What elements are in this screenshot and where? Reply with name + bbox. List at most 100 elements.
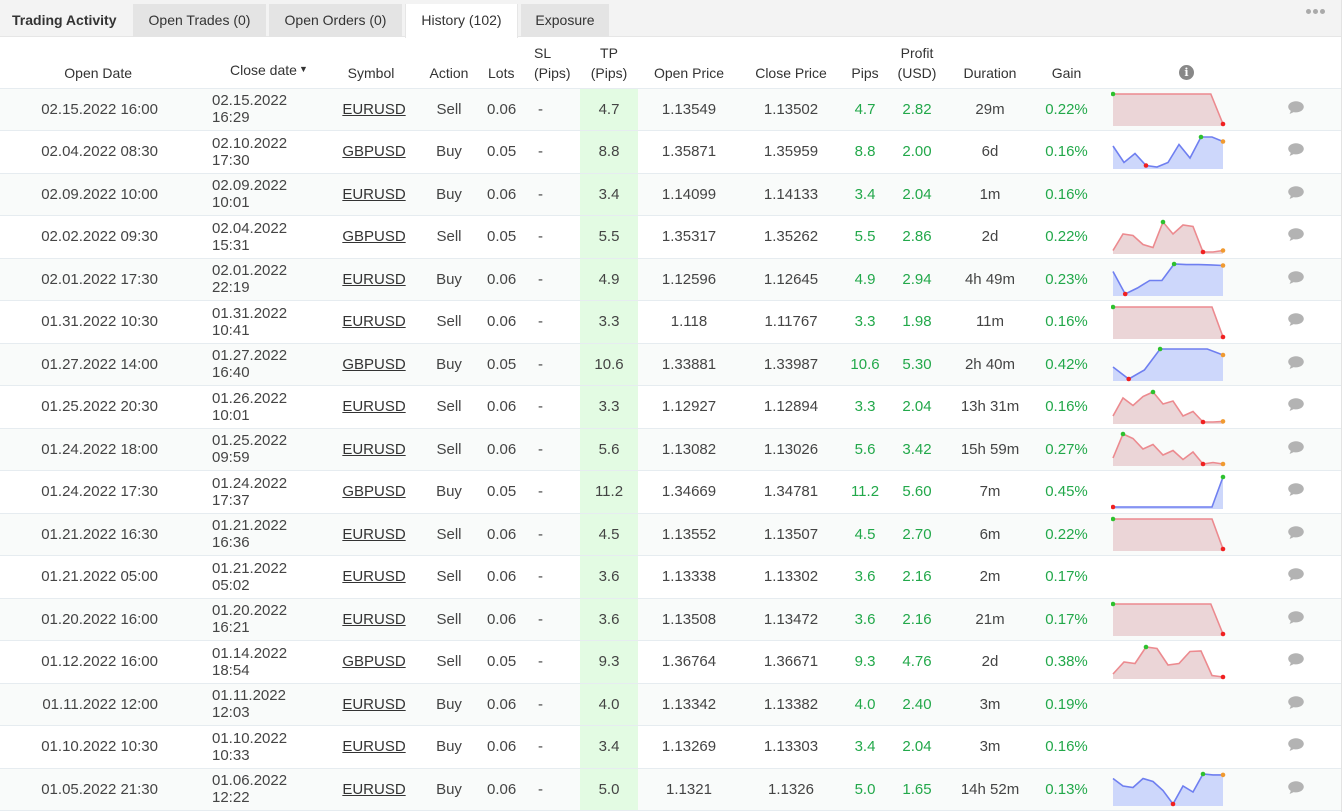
- comment-icon[interactable]: [1287, 312, 1305, 331]
- symbol-link[interactable]: EURUSD: [342, 271, 405, 288]
- col-close-date[interactable]: Close date ▼: [200, 37, 324, 89]
- symbol-link[interactable]: EURUSD: [342, 441, 405, 458]
- ellipsis-icon[interactable]: [1306, 9, 1325, 14]
- cell-close-date-value: 01.26.2022 10:01: [212, 389, 288, 424]
- table-row[interactable]: 01.27.2022 14:00 01.27.2022 16:40 GBPUSD Bu…: [0, 343, 1341, 386]
- cell-trade-chart: [1099, 725, 1274, 769]
- cell-symbol: EURUSD: [324, 513, 424, 556]
- table-row[interactable]: 02.01.2022 17:30 02.01.2022 22:19 EURUSD Bu…: [0, 258, 1341, 301]
- tab-exposure[interactable]: Exposure: [521, 4, 609, 37]
- cell-close-date: 01.25.2022 09:59: [200, 428, 324, 471]
- comment-icon[interactable]: [1287, 695, 1305, 714]
- cell-profit-value: 2.94: [902, 270, 932, 288]
- col-open-price[interactable]: Open Price: [638, 37, 740, 89]
- comment-icon[interactable]: [1287, 185, 1305, 204]
- cell-sl-value: -: [538, 398, 543, 416]
- cell-close-price-value: 1.13382: [763, 695, 819, 713]
- cell-profit-value: 2.86: [902, 228, 932, 246]
- tab-history[interactable]: History (102): [405, 4, 518, 38]
- cell-comment: [1274, 88, 1341, 131]
- comment-icon[interactable]: [1287, 567, 1305, 586]
- table-row[interactable]: 01.12.2022 16:00 01.14.2022 18:54 GBPUSD Se…: [0, 640, 1341, 684]
- comment-icon[interactable]: [1287, 652, 1305, 671]
- symbol-link[interactable]: EURUSD: [342, 611, 405, 628]
- col-profit[interactable]: Profit (USD): [888, 37, 946, 89]
- table-row[interactable]: 01.11.2022 12:00 01.11.2022 12:03 EURUSD Bu…: [0, 683, 1341, 726]
- sparkline-area: [1113, 136, 1223, 169]
- comment-icon[interactable]: [1287, 227, 1305, 246]
- comment-icon[interactable]: [1287, 482, 1305, 501]
- table-row[interactable]: 02.09.2022 10:00 02.09.2022 10:01 EURUSD Bu…: [0, 173, 1341, 216]
- comment-icon[interactable]: [1287, 142, 1305, 161]
- table-row[interactable]: 02.02.2022 09:30 02.04.2022 15:31 GBPUSD Se…: [0, 215, 1341, 259]
- table-row[interactable]: 01.10.2022 10:30 01.10.2022 10:33 EURUSD Bu…: [0, 725, 1341, 769]
- symbol-link[interactable]: EURUSD: [342, 186, 405, 203]
- col-tp[interactable]: TP (Pips): [580, 37, 638, 89]
- table-row[interactable]: 01.25.2022 20:30 01.26.2022 10:01 EURUSD Se…: [0, 385, 1341, 429]
- comment-icon[interactable]: [1287, 397, 1305, 416]
- cell-open-date-value: 01.11.2022 12:00: [42, 695, 158, 713]
- col-pips[interactable]: Pips: [842, 37, 888, 89]
- symbol-link[interactable]: GBPUSD: [342, 143, 405, 160]
- col-symbol[interactable]: Symbol: [324, 37, 424, 89]
- col-gain[interactable]: Gain: [1034, 37, 1099, 89]
- col-lots[interactable]: Lots: [474, 37, 534, 89]
- cell-action-value: Sell: [436, 228, 462, 246]
- comment-icon[interactable]: [1287, 525, 1305, 544]
- comment-icon[interactable]: [1287, 780, 1305, 799]
- comment-icon[interactable]: [1287, 440, 1305, 459]
- symbol-link[interactable]: EURUSD: [342, 398, 405, 415]
- col-open-date[interactable]: Open Date: [0, 37, 200, 89]
- cell-pips-value: 5.5: [854, 228, 876, 246]
- cell-open-date-value: 01.24.2022 17:30: [41, 483, 158, 501]
- cell-open-price: 1.13269: [638, 725, 740, 769]
- cell-sl: -: [534, 258, 580, 301]
- table-row[interactable]: 01.20.2022 16:00 01.20.2022 16:21 EURUSD Se…: [0, 598, 1341, 641]
- symbol-link[interactable]: EURUSD: [342, 526, 405, 543]
- cell-duration-value: 29m: [975, 100, 1005, 118]
- table-row[interactable]: 01.24.2022 18:00 01.25.2022 09:59 EURUSD Se…: [0, 428, 1341, 471]
- cell-close-date: 01.21.2022 05:02: [200, 555, 324, 599]
- tab-open-orders[interactable]: Open Orders (0): [269, 4, 402, 37]
- symbol-link[interactable]: GBPUSD: [342, 653, 405, 670]
- table-row[interactable]: 01.21.2022 05:00 01.21.2022 05:02 EURUSD Se…: [0, 555, 1341, 599]
- symbol-link[interactable]: EURUSD: [342, 738, 405, 755]
- trade-sparkline: [1112, 219, 1226, 255]
- comment-icon[interactable]: [1287, 100, 1305, 119]
- sparkline-area: [1113, 349, 1223, 382]
- table-row[interactable]: 01.05.2022 21:30 01.06.2022 12:22 EURUSD Bu…: [0, 768, 1341, 811]
- comment-icon[interactable]: [1287, 610, 1305, 629]
- cell-duration: 3m: [946, 725, 1034, 769]
- cell-open-price-value: 1.35317: [661, 228, 717, 246]
- symbol-link[interactable]: EURUSD: [342, 781, 405, 798]
- comment-icon[interactable]: [1287, 737, 1305, 756]
- col-sl[interactable]: SL (Pips): [534, 37, 580, 89]
- cell-close-date: 01.24.2022 17:37: [200, 470, 324, 514]
- symbol-link[interactable]: EURUSD: [342, 313, 405, 330]
- info-icon[interactable]: i: [1179, 64, 1194, 80]
- table-row[interactable]: 02.15.2022 16:00 02.15.2022 16:29 EURUSD Se…: [0, 88, 1341, 131]
- cell-symbol: GBPUSD: [324, 640, 424, 684]
- cell-open-price-value: 1.118: [670, 313, 708, 331]
- tab-open-trades[interactable]: Open Trades (0): [133, 4, 266, 37]
- symbol-link[interactable]: GBPUSD: [342, 356, 405, 373]
- col-action[interactable]: Action: [424, 37, 474, 89]
- table-row[interactable]: 01.21.2022 16:30 01.21.2022 16:36 EURUSD Se…: [0, 513, 1341, 556]
- table-row[interactable]: 01.24.2022 17:30 01.24.2022 17:37 GBPUSD Bu…: [0, 470, 1341, 514]
- sparkline-max-marker: [1171, 261, 1177, 267]
- comment-icon[interactable]: [1287, 355, 1305, 374]
- col-close-price[interactable]: Close Price: [740, 37, 842, 89]
- cell-close-date: 02.01.2022 22:19: [200, 258, 324, 301]
- cell-close-price-value: 1.36671: [763, 653, 819, 671]
- table-row[interactable]: 01.31.2022 10:30 01.31.2022 10:41 EURUSD Se…: [0, 300, 1341, 344]
- symbol-link[interactable]: EURUSD: [342, 568, 405, 585]
- symbol-link[interactable]: GBPUSD: [342, 483, 405, 500]
- table-row[interactable]: 02.04.2022 08:30 02.10.2022 17:30 GBPUSD Bu…: [0, 130, 1341, 174]
- comment-icon[interactable]: [1287, 270, 1305, 289]
- symbol-link[interactable]: GBPUSD: [342, 228, 405, 245]
- symbol-link[interactable]: EURUSD: [342, 696, 405, 713]
- col-duration[interactable]: Duration: [946, 37, 1034, 89]
- cell-tp: 4.0: [580, 683, 638, 726]
- cell-profit-value: 3.42: [902, 440, 932, 458]
- symbol-link[interactable]: EURUSD: [342, 101, 405, 118]
